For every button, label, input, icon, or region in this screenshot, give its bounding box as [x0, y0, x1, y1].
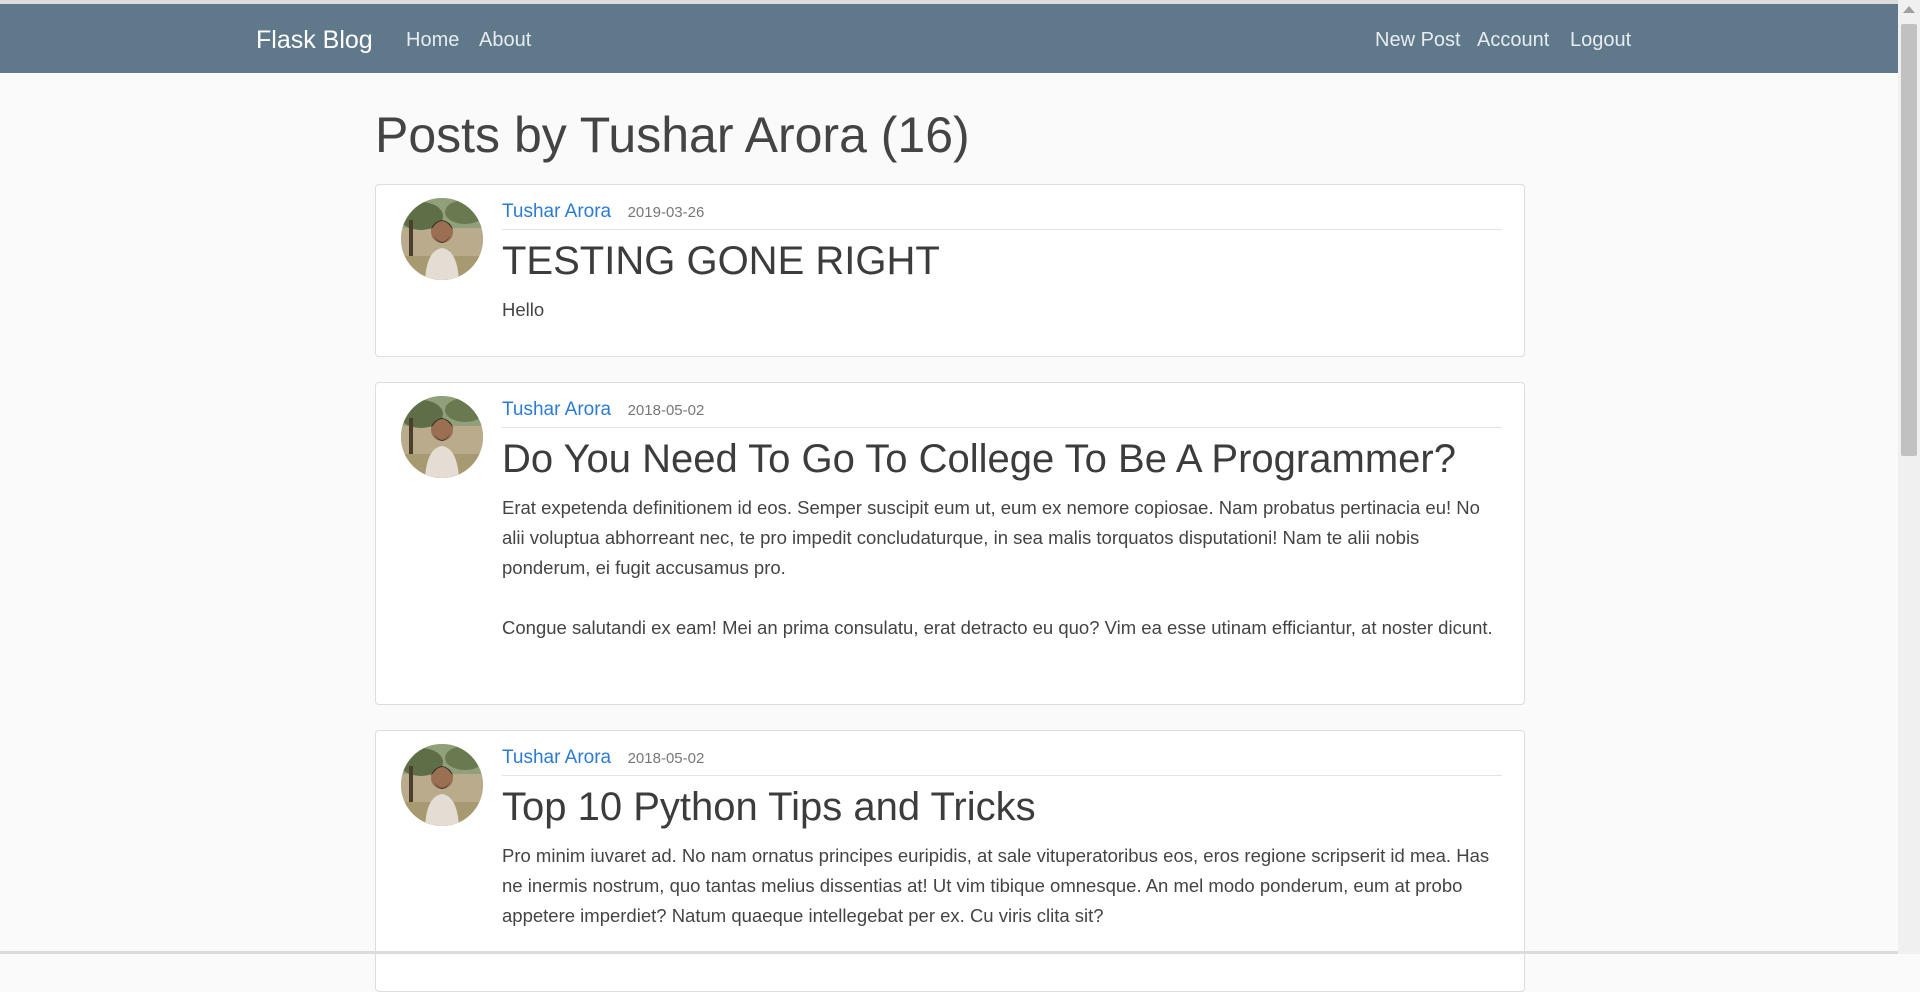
post-title-link[interactable]: Do You Need To Go To College To Be A Pro… [502, 437, 1502, 482]
post-card: Tushar Arora 2018-05-02 Do You Need To G… [375, 382, 1525, 705]
avatar-photo-icon [401, 744, 483, 826]
post-content: Pro minim iuvaret ad. No nam ornatus pri… [502, 841, 1502, 961]
navbar: Flask Blog Home About New Post Account L… [0, 4, 1898, 73]
avatar-photo-icon [401, 198, 483, 280]
brand-logo-link[interactable]: Flask Blog [256, 26, 373, 55]
post-content: Erat expetenda definitionem id eos. Semp… [502, 493, 1502, 673]
author-avatar[interactable] [401, 396, 483, 478]
scroll-up-arrow-icon[interactable] [1903, 6, 1915, 13]
nav-link-account[interactable]: Account [1477, 29, 1549, 52]
nav-link-home[interactable]: Home [406, 29, 459, 52]
post-date: 2019-03-26 [627, 204, 705, 221]
post-card: Tushar Arora 2019-03-26 TESTING GONE RIG… [375, 184, 1525, 357]
author-avatar[interactable] [401, 744, 483, 826]
avatar-photo-icon [401, 396, 483, 478]
nav-link-logout[interactable]: Logout [1570, 29, 1631, 52]
post-paragraph: Pro minim iuvaret ad. No nam ornatus pri… [502, 845, 1490, 926]
post-paragraph: Congue salutandi ex eam! Mei an prima co… [502, 617, 1493, 638]
post-meta: Tushar Arora 2018-05-02 [502, 747, 1502, 776]
post-date: 2018-05-02 [627, 750, 705, 767]
post-title-link[interactable]: Top 10 Python Tips and Tricks [502, 785, 1502, 830]
nav-link-new-post[interactable]: New Post [1375, 29, 1461, 52]
post-paragraph: Hello [502, 299, 545, 320]
post-title-link[interactable]: TESTING GONE RIGHT [502, 239, 1502, 284]
nav-link-about[interactable]: About [479, 29, 531, 52]
page-title: Posts by Tushar Arora (16) [375, 107, 970, 163]
author-avatar[interactable] [401, 198, 483, 280]
post-author-link[interactable]: Tushar Arora [502, 399, 611, 420]
scrollbar-thumb[interactable] [1901, 24, 1917, 456]
post-date: 2018-05-02 [627, 402, 705, 419]
post-meta: Tushar Arora 2019-03-26 [502, 201, 1502, 230]
post-content: Hello [502, 295, 1502, 355]
post-author-link[interactable]: Tushar Arora [502, 201, 611, 222]
post-author-link[interactable]: Tushar Arora [502, 747, 611, 768]
vertical-scrollbar[interactable] [1898, 0, 1920, 954]
post-meta: Tushar Arora 2018-05-02 [502, 399, 1502, 428]
post-paragraph: Erat expetenda definitionem id eos. Semp… [502, 497, 1480, 578]
